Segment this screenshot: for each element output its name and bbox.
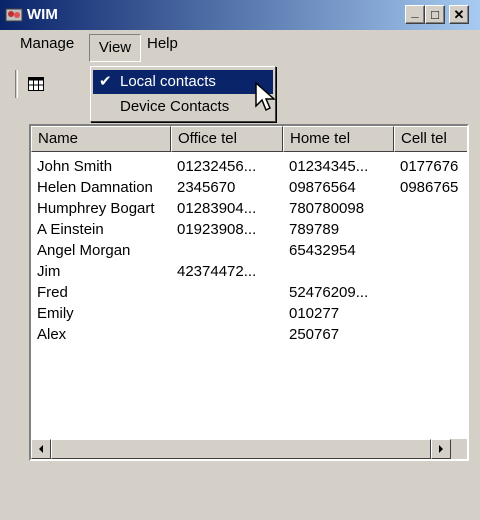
table-row[interactable]: A Einstein 01923908... 789789 [31,219,467,240]
menu-item-label: Local contacts [120,73,216,90]
menu-item-local-contacts[interactable]: ✔ Local contacts [93,70,273,94]
minimize-button[interactable]: _ [405,5,425,24]
app-icon [5,8,23,22]
column-header-home-tel[interactable]: Home tel [283,126,394,152]
table-row[interactable]: Humphrey Bogart 01283904... 780780098 [31,198,467,219]
table-row[interactable]: Alex 250767 [31,324,467,345]
table-cell: 010277 [289,305,340,322]
table-cell [400,282,467,303]
table-cell: 65432954 [289,242,356,259]
table-cell: 789789 [289,221,340,238]
table-cell [177,240,281,261]
table-cell: 2345670 [177,179,236,196]
table-row[interactable]: Emily 010277 [31,303,467,324]
menu-item-label: Device Contacts [120,98,230,115]
window-title: WIM [27,6,58,23]
table-row[interactable]: Jim 42374472... [31,261,467,282]
table-cell [400,303,467,324]
table-cell [400,261,467,282]
table-row[interactable]: John Smith 01232456... 01234345... 0177676 [31,156,467,177]
table-cell [400,198,467,219]
mouse-pointer-icon [255,82,276,112]
grid-view-icon [28,77,44,91]
scroll-thumb[interactable] [51,439,431,459]
contacts-list[interactable]: Name Office tel Home tel Cell tel John S… [29,124,469,461]
table-cell [400,219,467,240]
table-cell: Emily [37,305,74,322]
column-header-name[interactable]: Name [31,126,171,152]
table-cell [289,261,393,282]
table-cell: John Smith [37,158,113,175]
table-cell: Angel Morgan [37,242,131,259]
table-cell [177,324,281,345]
table-cell: 0177676 [400,158,459,175]
checkmark-icon: ✔ [99,73,112,90]
scroll-left-button[interactable] [31,439,51,459]
close-icon: ✕ [453,7,465,22]
table-cell: Fred [37,284,68,301]
table-cell: 01232456... [177,158,257,175]
grid-view-button[interactable] [24,72,48,96]
table-cell: 780780098 [289,200,365,217]
column-header-office-tel[interactable]: Office tel [171,126,283,152]
maximize-button[interactable]: □ [425,5,445,24]
close-button[interactable]: ✕ [449,5,469,24]
table-row[interactable]: Fred 52476209... [31,282,467,303]
menu-item-device-contacts[interactable]: Device Contacts [93,95,273,119]
menu-view[interactable]: View [89,34,141,62]
table-cell: Alex [37,326,67,343]
table-cell: Helen Damnation [37,179,153,196]
menu-bar: Manage Help [0,30,480,58]
table-row[interactable]: Angel Morgan 65432954 [31,240,467,261]
table-cell: 42374472... [177,263,257,280]
table-cell: 01283904... [177,200,257,217]
menu-manage[interactable]: Manage [14,30,80,58]
scroll-corner [451,439,467,459]
toolbar-separator [15,70,18,98]
table-cell [177,282,281,303]
scroll-right-button[interactable] [431,439,451,459]
table-cell: 01234345... [289,158,369,175]
arrow-right-icon [439,445,443,453]
table-cell: 52476209... [289,284,369,301]
menu-help[interactable]: Help [141,30,184,58]
table-cell: Humphrey Bogart [37,200,155,217]
table-cell: 09876564 [289,179,356,196]
table-cell: 250767 [289,326,340,343]
table-cell [177,303,281,324]
title-bar[interactable]: WIM _ □ ✕ [0,0,480,30]
table-cell: 0986765 [400,179,459,196]
maximize-icon: □ [431,7,439,22]
table-cell [400,240,467,261]
column-header-cell-tel[interactable]: Cell tel [394,126,467,152]
table-row[interactable]: Helen Damnation 2345670 09876564 0986765 [31,177,467,198]
table-cell: 01923908... [177,221,257,238]
table-cell: A Einstein [37,221,104,238]
table-cell [400,324,467,345]
horizontal-scrollbar[interactable] [31,439,467,459]
minimize-icon: _ [411,4,419,19]
view-menu-dropdown: ✔ Local contacts Device Contacts [90,66,276,122]
arrow-left-icon [39,445,43,453]
table-cell: Jim [37,263,61,280]
